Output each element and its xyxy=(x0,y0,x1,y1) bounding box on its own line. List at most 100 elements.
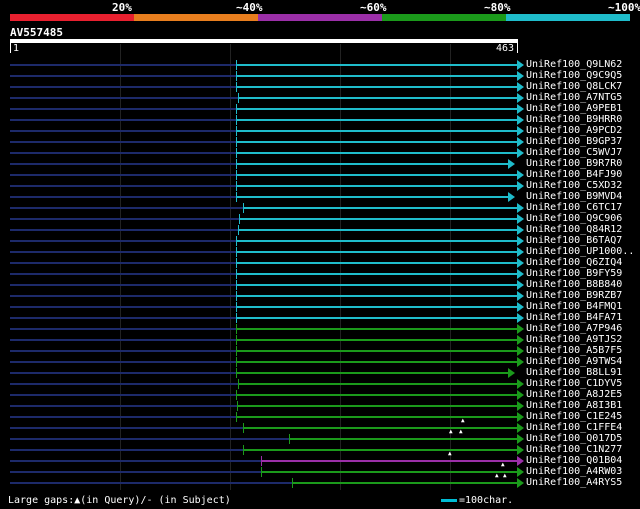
hit-alignment-line[interactable] xyxy=(242,427,517,429)
hit-alignment-line[interactable] xyxy=(242,449,517,451)
hit-alignment-line[interactable] xyxy=(236,361,517,363)
hit-alignment-line[interactable] xyxy=(236,273,517,275)
hit-alignment-line[interactable] xyxy=(236,196,509,198)
hit-label[interactable]: UniRef100_C1E245 xyxy=(526,411,622,422)
hit-label[interactable]: UniRef100_B4FMQ1 xyxy=(526,301,622,312)
hit-label[interactable]: UniRef100_B9MVD4 xyxy=(526,191,622,202)
hit-start-tick xyxy=(236,60,238,70)
hit-label[interactable]: UniRef100_Q9C906 xyxy=(526,213,622,224)
hit-label[interactable]: UniRef100_B8LL91 xyxy=(526,367,622,378)
hit-label[interactable]: UniRef100_B8B840 xyxy=(526,279,622,290)
hit-alignment-line[interactable] xyxy=(261,460,517,462)
hit-end-arrow xyxy=(508,159,516,169)
hit-label[interactable]: UniRef100_Q01B04 xyxy=(526,455,622,466)
hit-label[interactable]: UniRef100_Q84R12 xyxy=(526,224,622,235)
hit-alignment-line[interactable] xyxy=(236,75,517,77)
hit-label[interactable]: UniRef100_UP1000.. xyxy=(526,246,634,257)
hit-alignment-line[interactable] xyxy=(236,174,517,176)
hit-label[interactable]: UniRef100_A5B7F5 xyxy=(526,345,622,356)
hit-start-tick xyxy=(236,368,238,378)
hit-alignment-line[interactable] xyxy=(237,405,517,407)
hit-alignment-line[interactable] xyxy=(239,218,517,220)
hit-alignment-line[interactable] xyxy=(236,416,517,418)
query-span-line xyxy=(10,449,243,451)
hit-label[interactable]: UniRef100_Q017D5 xyxy=(526,433,622,444)
hit-label[interactable]: UniRef100_A9TWS4 xyxy=(526,356,622,367)
hit-start-tick xyxy=(236,71,238,81)
hit-label[interactable]: UniRef100_C5WVJ7 xyxy=(526,147,622,158)
hit-alignment-line[interactable] xyxy=(236,240,517,242)
query-span-line xyxy=(10,427,243,429)
hit-alignment-line[interactable] xyxy=(236,86,517,88)
query-span-line xyxy=(10,174,237,176)
query-span-line xyxy=(10,284,237,286)
query-span-line xyxy=(10,405,238,407)
hit-label[interactable]: UniRef100_A9PEB1 xyxy=(526,103,622,114)
hit-alignment-line[interactable] xyxy=(236,64,517,66)
hit-alignment-line[interactable] xyxy=(236,130,517,132)
hit-alignment-line[interactable] xyxy=(236,350,517,352)
hit-label[interactable]: UniRef100_A7NTG5 xyxy=(526,92,622,103)
hit-label[interactable]: UniRef100_C1DYV5 xyxy=(526,378,622,389)
hit-alignment-line[interactable] xyxy=(236,185,517,187)
hit-end-arrow xyxy=(517,335,524,345)
hit-alignment-line[interactable] xyxy=(236,306,517,308)
hit-label[interactable]: UniRef100_B9HRR0 xyxy=(526,114,622,125)
hit-label[interactable]: UniRef100_A9TJS2 xyxy=(526,334,622,345)
hit-alignment-line[interactable] xyxy=(288,438,517,440)
hit-alignment-line[interactable] xyxy=(238,383,517,385)
hit-alignment-line[interactable] xyxy=(236,328,517,330)
grid-line xyxy=(120,44,121,490)
hit-alignment-line[interactable] xyxy=(236,284,517,286)
hit-end-arrow xyxy=(517,236,524,246)
hit-alignment-line[interactable] xyxy=(236,394,517,396)
hit-label[interactable]: UniRef100_Q6ZIQ4 xyxy=(526,257,622,268)
hit-alignment-line[interactable] xyxy=(236,119,517,121)
hit-end-arrow xyxy=(508,368,516,378)
hit-end-arrow xyxy=(517,324,524,334)
hit-alignment-line[interactable] xyxy=(236,295,517,297)
ruler-start-tick xyxy=(10,43,11,53)
hit-label[interactable]: UniRef100_C1FFE4 xyxy=(526,422,622,433)
hit-label[interactable]: UniRef100_C6TC17 xyxy=(526,202,622,213)
hit-label[interactable]: UniRef100_A7P946 xyxy=(526,323,622,334)
hit-alignment-line[interactable] xyxy=(236,372,509,374)
hit-label[interactable]: UniRef100_B9R7R0 xyxy=(526,158,622,169)
hit-alignment-line[interactable] xyxy=(236,141,517,143)
hit-alignment-line[interactable] xyxy=(238,97,517,99)
hit-alignment-line[interactable] xyxy=(238,229,517,231)
hit-end-arrow xyxy=(517,401,524,411)
hit-label[interactable]: UniRef100_A8I3B1 xyxy=(526,400,622,411)
query-span-line xyxy=(10,471,262,473)
hit-alignment-line[interactable] xyxy=(236,339,517,341)
hit-label[interactable]: UniRef100_B4FA71 xyxy=(526,312,622,323)
hit-label[interactable]: UniRef100_B9FY59 xyxy=(526,268,622,279)
hit-label[interactable]: UniRef100_Q9LN62 xyxy=(526,59,622,70)
hit-alignment-line[interactable] xyxy=(236,262,517,264)
hit-label[interactable]: UniRef100_B4FJ90 xyxy=(526,169,622,180)
hit-label[interactable]: UniRef100_C5XD32 xyxy=(526,180,622,191)
hit-label[interactable]: UniRef100_A8J2E5 xyxy=(526,389,622,400)
hit-end-arrow xyxy=(517,379,524,389)
hit-label[interactable]: UniRef100_Q9C9Q5 xyxy=(526,70,622,81)
query-span-line xyxy=(10,86,237,88)
hit-end-arrow xyxy=(517,126,524,136)
hit-label[interactable]: UniRef100_B6TAQ7 xyxy=(526,235,622,246)
hit-label[interactable]: UniRef100_C1N277 xyxy=(526,444,622,455)
legend-label: ~100% xyxy=(608,1,640,14)
hit-label[interactable]: UniRef100_Q8LCK7 xyxy=(526,81,622,92)
hit-alignment-line[interactable] xyxy=(261,471,517,473)
hit-alignment-line[interactable] xyxy=(236,108,517,110)
hit-alignment-line[interactable] xyxy=(236,317,517,319)
hit-label[interactable]: UniRef100_B9GP37 xyxy=(526,136,622,147)
hit-label[interactable]: UniRef100_B9RZB7 xyxy=(526,290,622,301)
scale-bar xyxy=(441,499,457,502)
hit-alignment-line[interactable] xyxy=(242,207,517,209)
hit-alignment-line[interactable] xyxy=(236,152,517,154)
hit-label[interactable]: UniRef100_A4RW03 xyxy=(526,466,622,477)
hit-alignment-line[interactable] xyxy=(236,251,517,253)
hit-label[interactable]: UniRef100_A9PCD2 xyxy=(526,125,622,136)
hit-label[interactable]: UniRef100_A4RYS5 xyxy=(526,477,622,488)
hit-alignment-line[interactable] xyxy=(236,163,509,165)
hit-alignment-line[interactable] xyxy=(292,482,517,484)
